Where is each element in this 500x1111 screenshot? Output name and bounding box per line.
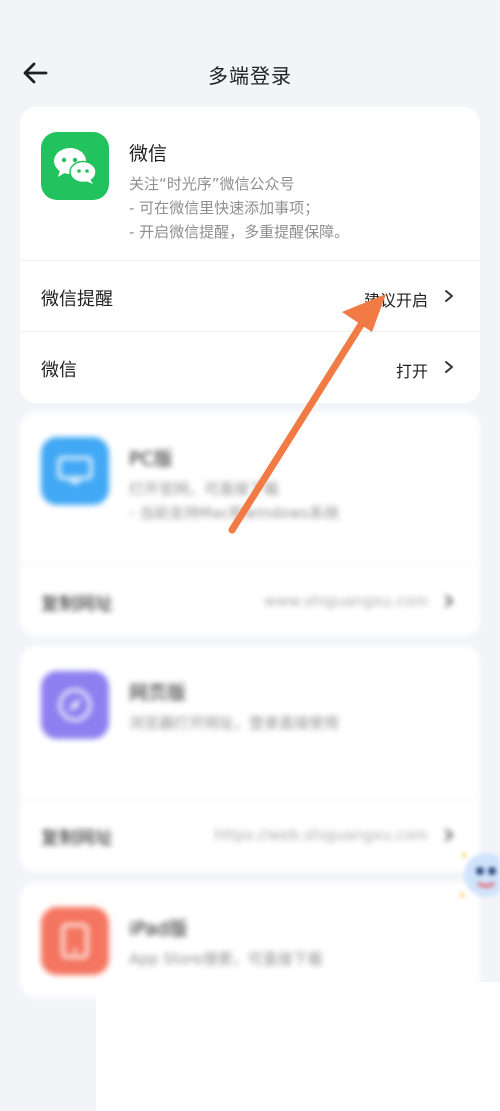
pc-copy-url-label: 复制网址 bbox=[41, 594, 113, 615]
floating-assistant-button[interactable] bbox=[456, 845, 500, 905]
web-desc-line-1: 浏览器打开网址，登录直接使用 bbox=[129, 714, 340, 732]
pc-copy-url-row[interactable]: 复制网址 www.shiguangxu.com bbox=[20, 566, 480, 636]
chevron-right-icon bbox=[442, 592, 456, 610]
wechat-open-value: 打开 bbox=[395, 362, 428, 381]
web-copy-url-row[interactable]: 复制网址 https://web.shiguangxu.com bbox=[20, 800, 480, 870]
wechat-desc-line-2: - 可在微信里快速添加事项； bbox=[129, 199, 320, 217]
wechat-card: 微信 关注“时光序”微信公众号 - 可在微信里快速添加事项； - 开启微信提醒，… bbox=[20, 107, 480, 403]
wechat-desc-line-3: - 开启微信提醒，多重提醒保障。 bbox=[129, 223, 350, 241]
monitor-icon bbox=[41, 437, 109, 505]
pc-desc-line-1: 打开官网，可直接下载 bbox=[129, 480, 280, 498]
mascot-icon bbox=[460, 853, 500, 897]
wechat-reminder-row[interactable]: 微信提醒 建议开启 bbox=[20, 261, 480, 331]
wechat-reminder-value: 建议开启 bbox=[363, 291, 428, 310]
chevron-right-icon bbox=[442, 826, 456, 844]
web-title: 网页版 bbox=[129, 682, 187, 704]
compass-icon bbox=[41, 671, 109, 739]
wechat-icon bbox=[41, 132, 109, 200]
ipad-title: iPad版 bbox=[129, 918, 188, 940]
wechat-open-label: 微信 bbox=[41, 360, 77, 381]
wechat-title: 微信 bbox=[129, 143, 168, 165]
pc-url-value: www.shiguangxu.com bbox=[263, 592, 428, 610]
wechat-open-row[interactable]: 微信 打开 bbox=[20, 332, 480, 402]
chevron-right-icon bbox=[442, 358, 456, 376]
page-title: 多端登录 bbox=[208, 64, 292, 88]
chevron-right-icon bbox=[442, 287, 456, 305]
tablet-icon bbox=[41, 907, 109, 975]
ipad-desc-line-1: App Store搜索，可直接下载 bbox=[129, 950, 323, 968]
header-bar: 多端登录 bbox=[0, 40, 500, 104]
web-copy-url-label: 复制网址 bbox=[41, 828, 113, 849]
pc-card: PC版 打开官网，可直接下载 - 当前支持Mac和windows系统 复制网址 … bbox=[20, 412, 480, 636]
wechat-reminder-label: 微信提醒 bbox=[41, 289, 113, 310]
web-url-value: https://web.shiguangxu.com bbox=[214, 826, 428, 844]
web-card: 网页版 浏览器打开网址，登录直接使用 复制网址 https://web.shig… bbox=[20, 646, 480, 872]
bottom-panel bbox=[96, 982, 500, 1111]
wechat-desc-line-1: 关注“时光序”微信公众号 bbox=[129, 175, 295, 193]
pc-desc-line-2: - 当前支持Mac和windows系统 bbox=[129, 504, 340, 522]
pc-title: PC版 bbox=[129, 448, 173, 470]
ipad-card[interactable]: iPad版 App Store搜索，可直接下载 bbox=[20, 882, 480, 998]
